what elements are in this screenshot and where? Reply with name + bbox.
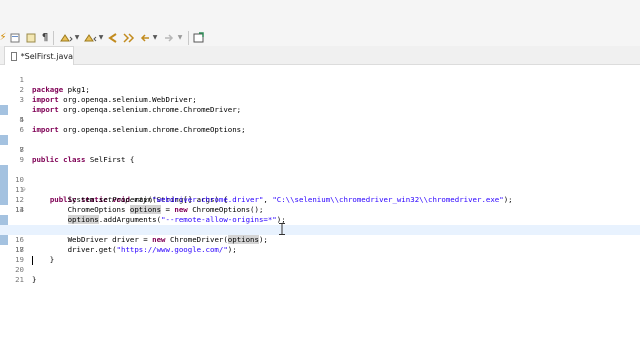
pin-editor-icon[interactable] bbox=[193, 31, 205, 45]
code-line: 15 WebDriver driver = new ChromeDriver(o… bbox=[0, 205, 640, 244]
code-line: 4 import org.openqa.selenium.chrome.Chro… bbox=[0, 95, 640, 134]
code-line: 11 System.setProperty("webdriver.chrome.… bbox=[0, 165, 640, 204]
chevron-down-icon[interactable]: ▼ bbox=[98, 31, 104, 45]
code-line: 2 import org.openqa.selenium.WebDriver; bbox=[0, 75, 640, 104]
back-icon[interactable] bbox=[139, 31, 151, 45]
code-line: 8 public class SelFirst { bbox=[0, 135, 640, 164]
sync-icon[interactable]: ⚡ bbox=[0, 31, 7, 45]
block-selection-icon[interactable] bbox=[121, 31, 135, 45]
mark-occurrences-icon[interactable] bbox=[26, 31, 36, 45]
chevron-down-icon[interactable]: ▼ bbox=[177, 31, 183, 45]
code-line: 7 bbox=[0, 125, 640, 154]
code-line: 3 import org.openqa.selenium.chrome.Chro… bbox=[0, 85, 640, 114]
code-line: 5 bbox=[0, 105, 640, 124]
code-line: 18 } bbox=[0, 235, 640, 264]
code-editor[interactable]: 1 package pkg1; 2 import org.openqa.sele… bbox=[0, 65, 640, 360]
tab-title: *SelFirst.java bbox=[20, 51, 73, 61]
toggle-breadcrumb-icon[interactable] bbox=[10, 31, 20, 45]
code-line: 16 driver.get("https://www.google.com/")… bbox=[0, 215, 640, 254]
chevron-down-icon[interactable]: ▼ bbox=[152, 31, 158, 45]
mouse-ibeam-cursor-icon bbox=[279, 220, 285, 235]
next-annotation-icon[interactable] bbox=[59, 31, 73, 45]
code-line: 9 bbox=[0, 145, 640, 164]
code-line: 12 ChromeOptions options = new ChromeOpt… bbox=[0, 175, 640, 214]
last-edit-icon[interactable] bbox=[107, 31, 119, 45]
code-line: 14 bbox=[0, 195, 640, 214]
code-line: 1 package pkg1; bbox=[0, 65, 640, 94]
forward-icon[interactable] bbox=[163, 31, 175, 45]
code-line: 21 bbox=[0, 265, 640, 284]
code-line: 19 bbox=[0, 245, 640, 264]
line-number: 21 bbox=[15, 275, 24, 284]
editor-tab-bar: *SelFirst.java bbox=[0, 46, 640, 65]
previous-annotation-icon[interactable] bbox=[83, 31, 97, 45]
java-file-icon bbox=[11, 51, 17, 61]
main-toolbar: ⚡ ¶ ▼ ▼ ▼ ▼ bbox=[0, 0, 640, 46]
toolbar-separator bbox=[188, 31, 189, 45]
editor-tab[interactable]: *SelFirst.java bbox=[4, 46, 74, 65]
code-line: 10 ⊖ public static void main(String[] ar… bbox=[0, 155, 640, 204]
show-whitespace-icon[interactable]: ¶ bbox=[41, 31, 49, 45]
chevron-down-icon[interactable]: ▼ bbox=[74, 31, 80, 45]
code-text: } bbox=[32, 275, 37, 284]
code-line: 6 bbox=[0, 115, 640, 134]
code-line-current: 17 bbox=[0, 225, 640, 265]
code-line: 13 options.addArguments("--remote-allow-… bbox=[0, 185, 640, 224]
toolbar-separator bbox=[53, 31, 54, 45]
code-line: 20 } bbox=[0, 255, 640, 284]
